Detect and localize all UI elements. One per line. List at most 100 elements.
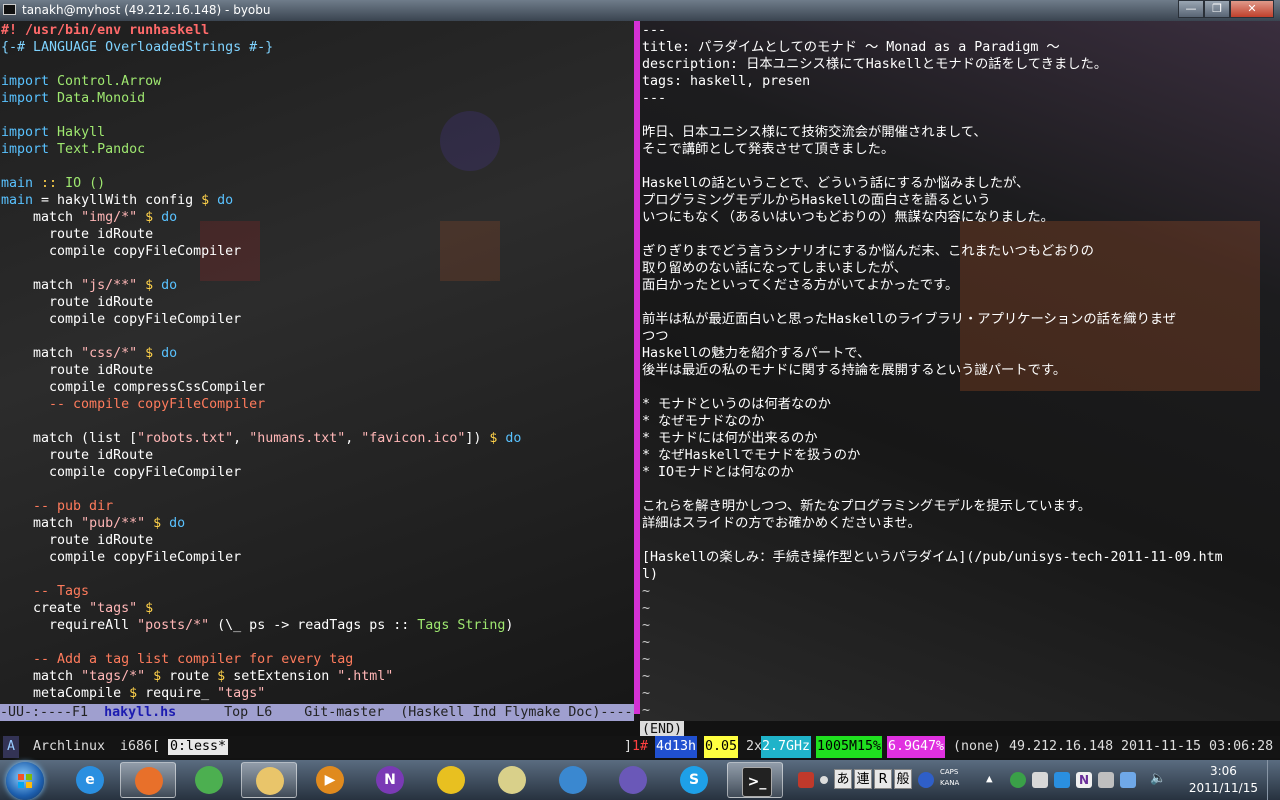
code-line[interactable]: match "img/*" $ do: [1, 209, 177, 226]
code-line[interactable]: main = hakyllWith config $ do: [1, 192, 233, 209]
code-line[interactable]: requireAll "posts/*" (\_ ps -> readTags …: [1, 617, 513, 634]
code-token: ::: [33, 176, 66, 191]
code-token: -- Tags: [1, 584, 90, 599]
code-line[interactable]: -- compile copyFileCompiler: [1, 396, 265, 413]
code-line[interactable]: compile copyFileCompiler: [1, 311, 241, 328]
emacs-editor-pane[interactable]: #! /usr/bin/env runhaskell {-# LANGUAGE O…: [0, 21, 634, 705]
code-token: route idRoute: [1, 227, 154, 242]
empty-line-tilde: ~: [642, 652, 651, 667]
status-dot-icon: [820, 776, 828, 784]
code-token: compile copyFileCompiler: [1, 244, 242, 259]
code-line[interactable]: main :: IO (): [1, 175, 105, 192]
ime-r-button[interactable]: R: [874, 769, 892, 789]
clock-time: 3:06: [1209, 764, 1237, 778]
empty-line-tilde: ~: [642, 618, 651, 633]
terminal-area[interactable]: #! /usr/bin/env runhaskell {-# LANGUAGE O…: [0, 21, 1280, 760]
code-line[interactable]: route idRoute: [1, 226, 153, 243]
taskbar-button[interactable]: [484, 762, 540, 798]
window-title-bar[interactable]: tanakh@myhost (49.212.16.148) - byobu — …: [0, 0, 1280, 21]
code-token: -- pub dir: [1, 499, 114, 514]
file-explorer-icon: [256, 767, 284, 795]
code-line[interactable]: compile copyFileCompiler: [1, 549, 241, 566]
maximize-button[interactable]: ❐: [1204, 0, 1230, 18]
code-line[interactable]: compile copyFileCompiler: [1, 464, 241, 481]
pager-line: プログラミングモデルからHaskellの面白さを語るという: [642, 193, 991, 208]
network-tray-icon[interactable]: [1010, 772, 1026, 788]
code-line[interactable]: import Text.Pandoc: [1, 141, 145, 158]
pager-line: description: 日本ユニシス様にてHaskellとモナドの話をしてきま…: [642, 57, 1108, 72]
security-tray-icon[interactable]: [1032, 772, 1048, 788]
code-token: do: [161, 516, 186, 531]
start-button[interactable]: [6, 762, 44, 800]
acrobat-tray-icon[interactable]: [798, 772, 814, 788]
taskbar-button[interactable]: e: [62, 762, 118, 798]
taskbar-button[interactable]: S: [666, 762, 722, 798]
code-line[interactable]: {-# LANGUAGE OverloadedStrings #-}: [1, 39, 273, 56]
wifi-tray-icon[interactable]: [1120, 772, 1136, 788]
code-token: Control.Arrow: [49, 74, 162, 89]
taskbar-button[interactable]: [423, 762, 479, 798]
code-token: $: [481, 431, 498, 446]
network-status: (none): [953, 739, 1002, 754]
code-line[interactable]: metaCompile $ require_ "tags": [1, 685, 265, 702]
taskbar-button[interactable]: [241, 762, 297, 798]
flag-tray-icon[interactable]: [1098, 772, 1114, 788]
code-line[interactable]: -- Add a tag list compiler for every tag: [1, 651, 353, 668]
ime-han-button[interactable]: 般: [894, 769, 912, 789]
internet-explorer-icon: e: [76, 766, 104, 794]
taskbar-button[interactable]: [545, 762, 601, 798]
pager-line: つつ: [642, 329, 669, 344]
clock-date: 2011/11/15: [1188, 781, 1258, 795]
ip-address: 49.212.16.148: [1009, 739, 1114, 754]
ime-mode-button[interactable]: あ: [834, 769, 852, 789]
code-token: ".html": [337, 669, 394, 684]
ime-kanji-button[interactable]: 連: [854, 769, 872, 789]
code-token: "css/*": [81, 346, 138, 361]
code-line[interactable]: route idRoute: [1, 447, 153, 464]
volume-icon[interactable]: 🔈: [1150, 771, 1166, 786]
code-token: Tags String: [417, 618, 506, 633]
taskbar-button[interactable]: [120, 762, 176, 798]
code-line[interactable]: import Control.Arrow: [1, 73, 161, 90]
dropbox-tray-icon[interactable]: [1054, 772, 1070, 788]
code-token: $: [145, 516, 162, 531]
taskbar-button[interactable]: ▶: [302, 762, 358, 798]
empty-line-tilde: ~: [642, 686, 651, 701]
code-line[interactable]: #! /usr/bin/env runhaskell: [1, 22, 209, 39]
code-line[interactable]: route idRoute: [1, 362, 153, 379]
empty-line-tilde: ~: [642, 635, 651, 650]
taskbar-button[interactable]: >_: [727, 762, 783, 798]
code-line[interactable]: match "pub/**" $ do: [1, 515, 185, 532]
code-line[interactable]: match (list ["robots.txt", "humans.txt",…: [1, 430, 521, 447]
code-line[interactable]: match "css/*" $ do: [1, 345, 177, 362]
code-line[interactable]: compile copyFileCompiler: [1, 243, 241, 260]
code-line[interactable]: create "tags" $: [1, 600, 153, 617]
show-desktop-button[interactable]: [1267, 760, 1280, 800]
pager-line: 詳細はスライドの方でお確かめくださいませ。: [642, 516, 921, 531]
code-line[interactable]: -- pub dir: [1, 498, 113, 515]
less-pager-pane[interactable]: --- title: パラダイムとしてのモナド 〜 Monad as a Para…: [640, 21, 1280, 741]
onenote-tray-icon[interactable]: N: [1076, 772, 1092, 788]
code-line[interactable]: compile compressCssCompiler: [1, 379, 265, 396]
code-line[interactable]: match "tags/*" $ route $ setExtension ".…: [1, 668, 393, 685]
code-token: $: [137, 346, 154, 361]
code-token: #! /usr/bin/env runhaskell: [1, 23, 210, 38]
code-line[interactable]: -- Tags: [1, 583, 89, 600]
close-button[interactable]: ✕: [1230, 0, 1274, 18]
code-token: "robots.txt": [137, 431, 234, 446]
code-line[interactable]: route idRoute: [1, 532, 153, 549]
memory-usage: 1005M15%: [816, 736, 883, 758]
minimize-button[interactable]: —: [1178, 0, 1204, 18]
code-token: "img/*": [81, 210, 138, 225]
code-line[interactable]: match "js/**" $ do: [1, 277, 177, 294]
taskbar-button[interactable]: [181, 762, 237, 798]
byobu-window-tab[interactable]: 0:less*: [168, 739, 229, 755]
taskbar-clock[interactable]: 3:06 2011/11/15: [1189, 763, 1258, 797]
taskbar-button[interactable]: N: [362, 762, 418, 798]
help-icon[interactable]: [918, 772, 934, 788]
code-line[interactable]: import Data.Monoid: [1, 90, 145, 107]
taskbar-button[interactable]: [605, 762, 661, 798]
code-line[interactable]: import Hakyll: [1, 124, 105, 141]
tray-expand-icon[interactable]: ▲: [986, 772, 993, 785]
code-line[interactable]: route idRoute: [1, 294, 153, 311]
